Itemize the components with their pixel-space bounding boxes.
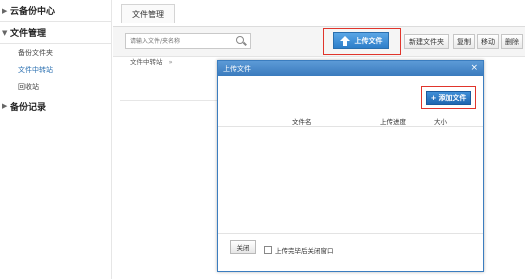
- toolbar: 上传文件 新建文件夹 复制 移动 删除: [113, 27, 525, 57]
- auto-close-label: 上传完毕后关闭窗口: [275, 247, 334, 255]
- sidebar-section-backup-records[interactable]: ▶ 备份记录: [0, 95, 111, 117]
- breadcrumb: 文件中转站 »: [130, 56, 173, 66]
- sidebar-item-backup-folder[interactable]: 备份文件夹: [0, 44, 111, 61]
- sidebar-item-label: 文件中转站: [18, 65, 53, 74]
- tab-label: 文件管理: [132, 9, 164, 19]
- close-icon[interactable]: ×: [470, 63, 478, 73]
- move-label: 移动: [481, 37, 495, 46]
- dialog-footer: 关闭 上传完毕后关闭窗口: [218, 233, 483, 271]
- triangle-right-icon: ▶: [2, 102, 8, 110]
- delete-button[interactable]: 删除: [501, 34, 523, 49]
- upload-file-label: 上传文件: [354, 36, 383, 45]
- sidebar-section-file-management[interactable]: ▼ 文件管理: [0, 22, 111, 44]
- add-file-label: 添加文件: [438, 94, 467, 102]
- column-filename: 文件名: [292, 118, 312, 126]
- close-button[interactable]: 关闭: [230, 240, 256, 254]
- add-file-button[interactable]: + 添加文件: [426, 91, 471, 105]
- copy-label: 复制: [457, 37, 471, 46]
- search-box: [125, 33, 251, 49]
- dialog-title-bar[interactable]: 上传文件 ×: [218, 61, 483, 76]
- column-size: 大小: [434, 118, 447, 126]
- divider: [120, 100, 220, 101]
- sidebar-item-label: 回收站: [18, 82, 39, 91]
- new-folder-label: 新建文件夹: [409, 37, 444, 46]
- tab-file-management[interactable]: 文件管理: [121, 4, 175, 23]
- sidebar-item-recycle-bin[interactable]: 回收站: [0, 78, 111, 95]
- breadcrumb-item[interactable]: 文件中转站: [130, 58, 163, 66]
- search-icon[interactable]: [235, 35, 247, 47]
- upload-dialog: 上传文件 × + 添加文件 文件名 上传进度 大小 关闭 上传完毕后关闭窗口: [217, 60, 484, 272]
- close-button-label: 关闭: [236, 244, 250, 252]
- app-root: ▶ 云备份中心 ▼ 文件管理 备份文件夹 文件中转站 回收站 ▶ 备份记录 文件…: [0, 0, 525, 279]
- dialog-title: 上传文件: [223, 64, 251, 73]
- triangle-right-icon: ▶: [2, 6, 8, 15]
- sidebar-section-label: 云备份中心: [10, 7, 56, 17]
- sidebar-section-label: 备份记录: [10, 102, 47, 113]
- sidebar-section-label: 文件管理: [10, 29, 47, 39]
- tab-bar: 文件管理: [113, 0, 525, 27]
- upload-arrow-icon: [339, 35, 350, 46]
- plus-icon: +: [430, 94, 437, 102]
- upload-file-button[interactable]: 上传文件: [333, 32, 389, 49]
- auto-close-checkbox[interactable]: [264, 246, 272, 254]
- sidebar-item-file-transfer[interactable]: 文件中转站: [0, 61, 111, 78]
- sidebar: ▶ 云备份中心 ▼ 文件管理 备份文件夹 文件中转站 回收站 ▶ 备份记录: [0, 0, 112, 279]
- delete-label: 删除: [505, 37, 519, 46]
- triangle-down-icon: ▼: [2, 28, 8, 37]
- file-list-header: 文件名 上传进度 大小: [218, 113, 483, 127]
- sidebar-section-cloud-backup[interactable]: ▶ 云备份中心: [0, 0, 111, 22]
- search-input[interactable]: [126, 34, 226, 48]
- sidebar-item-label: 备份文件夹: [18, 48, 53, 57]
- move-button[interactable]: 移动: [477, 34, 499, 49]
- copy-button[interactable]: 复制: [453, 34, 475, 49]
- new-folder-button[interactable]: 新建文件夹: [404, 34, 449, 49]
- breadcrumb-separator: »: [168, 58, 173, 66]
- column-progress: 上传进度: [380, 118, 406, 126]
